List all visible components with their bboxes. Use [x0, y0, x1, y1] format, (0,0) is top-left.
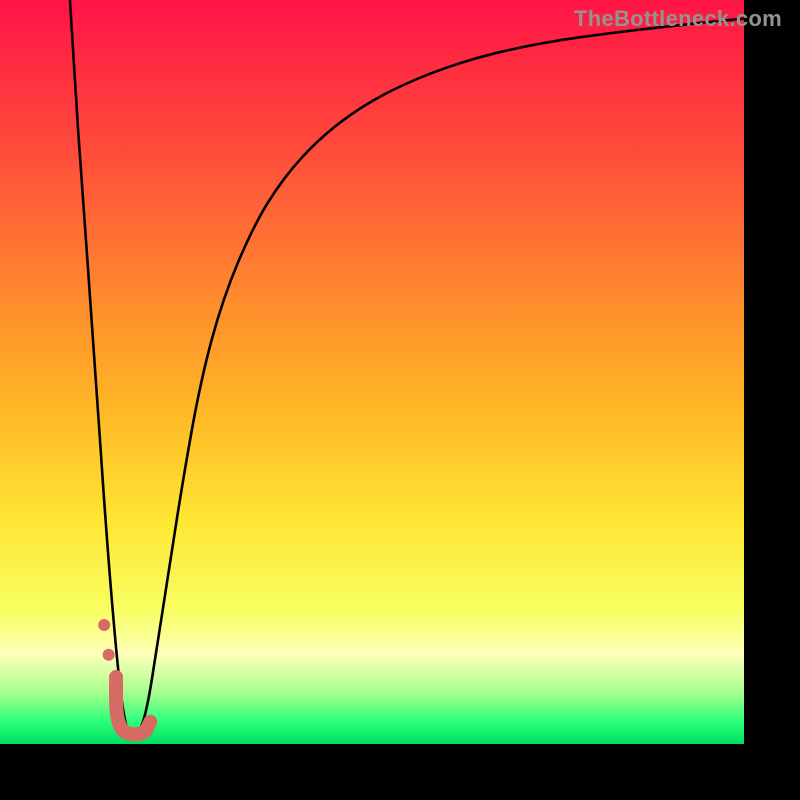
gradient-background: [0, 0, 744, 744]
marker-dot-1: [103, 649, 115, 661]
chart-canvas: [0, 0, 744, 744]
marker-dot-0: [98, 619, 110, 631]
chart-frame: TheBottleneck.com: [0, 0, 800, 800]
